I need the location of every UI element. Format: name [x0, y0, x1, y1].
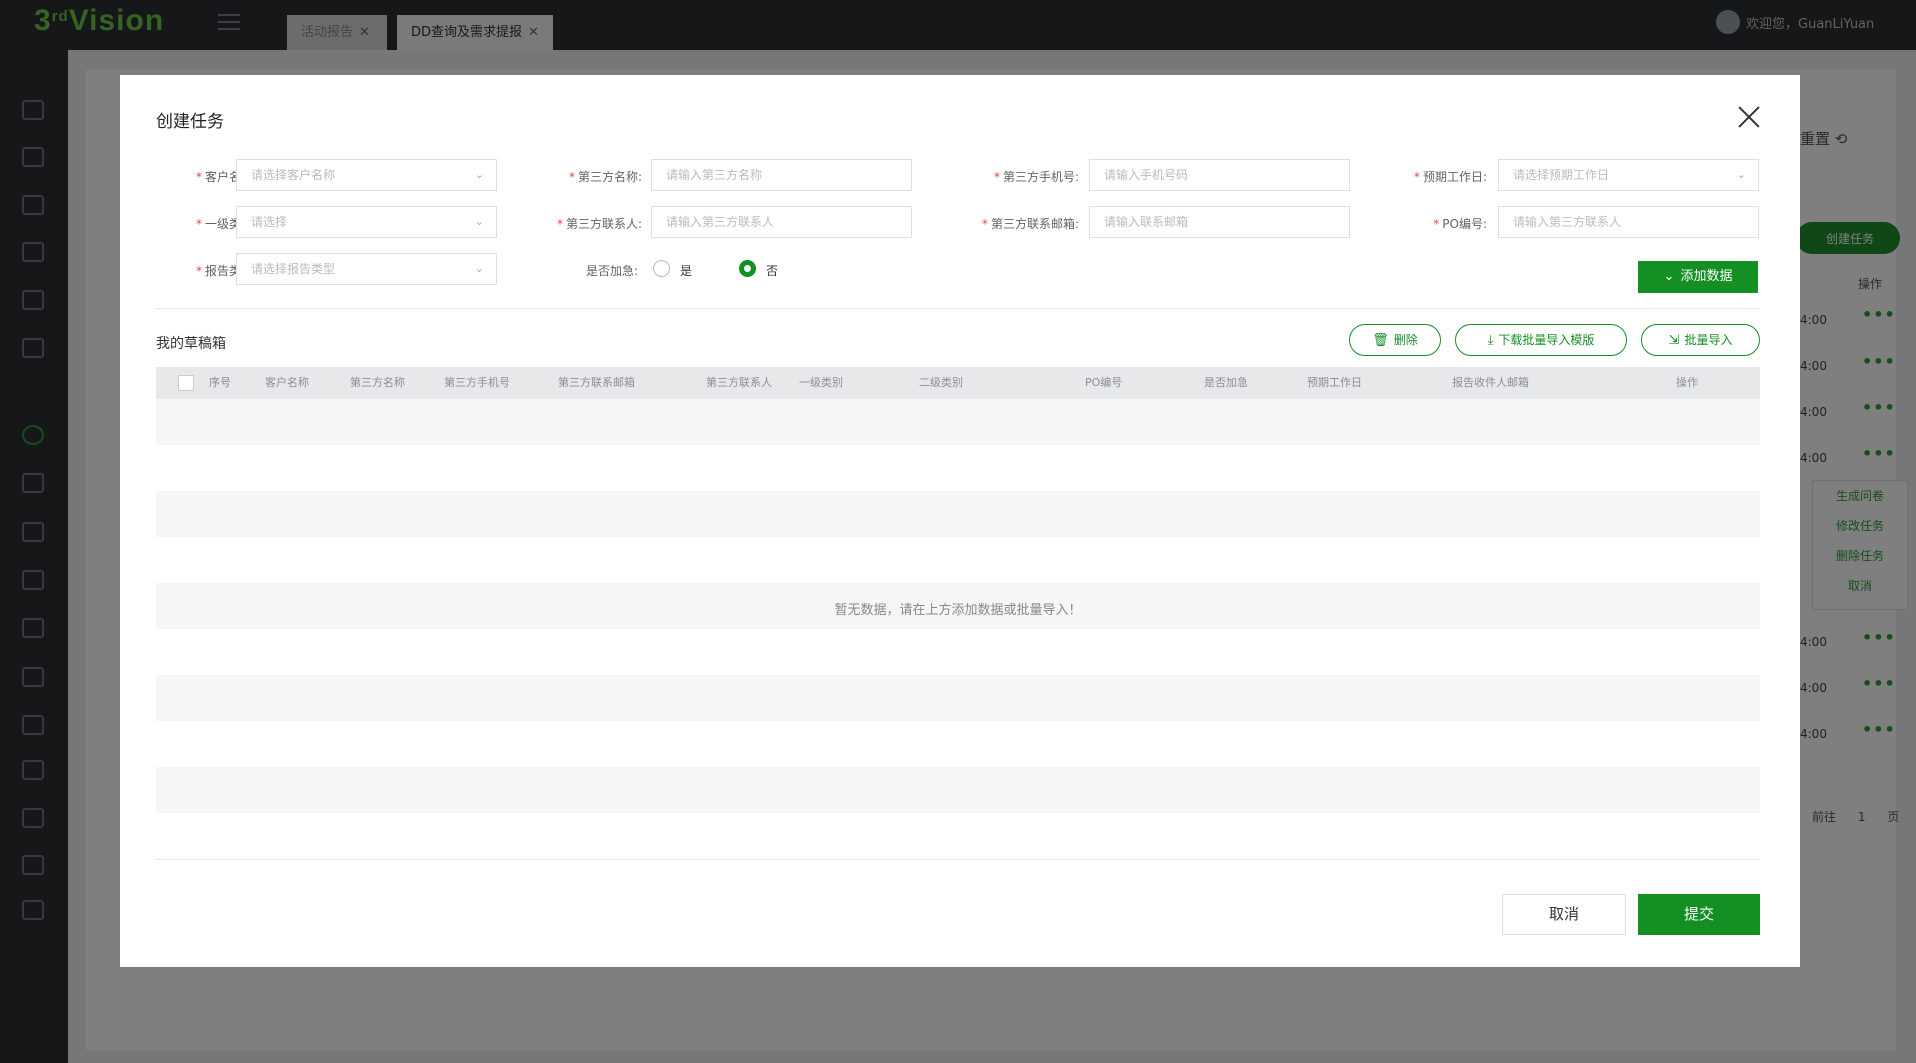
th-po: PO编号 — [1085, 376, 1123, 389]
urgent-label: 是否加急: — [585, 264, 638, 278]
chevron-down-icon: ⌄ — [474, 168, 484, 181]
th-third-name: 第三方名称 — [350, 376, 405, 389]
third-email-label: * 第三方联系邮箱: — [981, 217, 1079, 231]
batch-import-button[interactable]: ⇲ 批量导入 — [1641, 324, 1760, 356]
drafts-title: 我的草稿箱 — [156, 336, 226, 352]
modal-title: 创建任务 — [156, 112, 224, 132]
level1-select[interactable]: 请选择 ⌄ — [236, 206, 497, 238]
table-header: 序号 客户名称 第三方名称 第三方手机号 第三方联系邮箱 第三方联系人 一级类别… — [156, 367, 1760, 399]
chevron-down-icon: ⌄ — [474, 215, 484, 228]
divider — [156, 859, 1760, 860]
third-phone-input[interactable]: 请输入手机号码 — [1089, 159, 1350, 191]
urgent-yes-label[interactable]: 是 — [680, 262, 692, 279]
po-label: * PO编号: — [1433, 217, 1487, 231]
urgent-no-radio[interactable] — [739, 260, 756, 277]
third-contact-input[interactable]: 请输入第三方联系人 — [651, 206, 912, 238]
import-icon: ⇲ — [1668, 333, 1680, 348]
submit-button[interactable]: 提交 — [1638, 894, 1760, 935]
select-all-checkbox[interactable] — [178, 375, 194, 391]
download-icon: ⤓ — [1487, 333, 1494, 348]
third-name-label: * 第三方名称: — [568, 170, 642, 184]
download-label: 下载批量导入模版 — [1498, 333, 1595, 347]
trash-icon: 🗑 — [1372, 333, 1389, 348]
empty-table-message: 暂无数据，请在上方添加数据或批量导入！ — [834, 603, 1082, 618]
th-urgent: 是否加急 — [1204, 376, 1248, 389]
third-name-input[interactable]: 请输入第三方名称 — [651, 159, 912, 191]
divider — [156, 308, 1760, 309]
th-level1: 一级类别 — [799, 376, 843, 389]
th-third-phone: 第三方手机号 — [444, 376, 510, 389]
table-row — [156, 767, 1760, 813]
table-row — [156, 675, 1760, 721]
th-level2: 二级类别 — [919, 376, 963, 389]
import-label: 批量导入 — [1684, 333, 1733, 347]
report-type-select[interactable]: 请选择报告类型 ⌄ — [236, 253, 497, 285]
third-contact-label: * 第三方联系人: — [556, 217, 642, 231]
th-third-contact: 第三方联系人 — [706, 376, 772, 389]
delete-button[interactable]: 🗑 删除 — [1349, 324, 1441, 356]
table-row — [156, 399, 1760, 445]
third-email-input[interactable]: 请输入联系邮箱 — [1089, 206, 1350, 238]
th-actions: 操作 — [1676, 376, 1698, 389]
urgent-yes-radio[interactable] — [653, 260, 670, 277]
due-day-select[interactable]: 请选择预期工作日 ⌄ — [1498, 159, 1759, 191]
delete-label: 删除 — [1393, 333, 1418, 347]
close-icon[interactable] — [1737, 105, 1761, 129]
th-recipient-email: 报告收件人邮箱 — [1452, 376, 1529, 389]
po-input[interactable]: 请输入第三方联系人 — [1498, 206, 1759, 238]
add-data-button[interactable]: ⌄ 添加数据 — [1638, 261, 1758, 293]
cancel-button[interactable]: 取消 — [1502, 894, 1626, 935]
add-data-label: 添加数据 — [1680, 269, 1733, 284]
th-due-day: 预期工作日 — [1307, 376, 1362, 389]
due-day-label: * 预期工作日: — [1413, 170, 1487, 184]
download-template-button[interactable]: ⤓ 下载批量导入模版 — [1455, 324, 1627, 356]
chevron-down-icon: ⌄ — [1736, 168, 1746, 181]
urgent-no-label[interactable]: 否 — [766, 262, 778, 279]
create-task-modal: 创建任务 * 客户名称: 请选择客户名称 ⌄ * 第三方名称: 请输入第三方名称 * 第… — [120, 75, 1800, 967]
customer-name-select[interactable]: 请选择客户名称 ⌄ — [236, 159, 497, 191]
third-phone-label: * 第三方手机号: — [993, 170, 1079, 184]
th-customer: 客户名称 — [265, 376, 309, 389]
table-row — [156, 491, 1760, 537]
th-third-email: 第三方联系邮箱 — [558, 376, 635, 389]
double-chevron-down-icon: ⌄ — [1663, 269, 1675, 284]
chevron-down-icon: ⌄ — [474, 262, 484, 275]
th-index: 序号 — [209, 376, 231, 389]
